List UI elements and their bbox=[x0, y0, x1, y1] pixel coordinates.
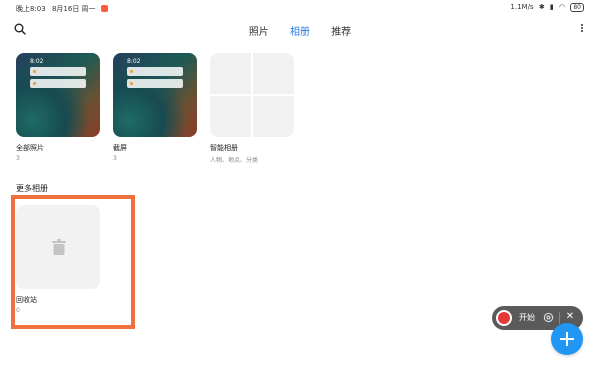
album-name: 全部照片 bbox=[16, 144, 44, 152]
album-smart[interactable]: 智能相册 人物、地点、分类 bbox=[210, 53, 294, 164]
section-title-more-albums: 更多相册 bbox=[16, 184, 48, 193]
album-count: 3 bbox=[16, 155, 20, 162]
status-right: 1.1M/s ✱ ▮ ◠ 80 bbox=[507, 3, 584, 12]
status-date: 8月16日 周一 bbox=[51, 5, 96, 13]
wifi-icon: ◠ bbox=[559, 3, 566, 11]
bluetooth-icon: ✱ bbox=[538, 3, 545, 11]
close-icon[interactable]: ✕ bbox=[564, 311, 576, 323]
thumbnail-notification bbox=[30, 79, 86, 88]
album-name: 智能相册 bbox=[210, 144, 238, 152]
status-time: 晚上8:03 bbox=[16, 5, 46, 13]
record-start-label[interactable]: 开始 bbox=[519, 312, 535, 323]
selection-highlight bbox=[11, 195, 135, 329]
album-thumbnail: 8:02 bbox=[113, 53, 197, 137]
tab-recommended[interactable]: 推荐 bbox=[331, 23, 351, 38]
album-all-photos[interactable]: 8:02 全部照片 3 bbox=[16, 53, 100, 162]
thumbnail-clock: 8:02 bbox=[127, 58, 141, 65]
signal-icon: ▮ bbox=[549, 3, 554, 11]
recording-indicator-icon bbox=[100, 5, 108, 12]
battery-icon: 80 bbox=[570, 3, 584, 12]
thumbnail-notification bbox=[30, 67, 86, 76]
album-thumbnail: 8:02 bbox=[16, 53, 100, 137]
top-bar: 照片 相册 推荐 bbox=[0, 16, 600, 42]
tab-bar: 照片 相册 推荐 bbox=[0, 23, 600, 38]
settings-icon[interactable] bbox=[543, 312, 554, 323]
divider bbox=[559, 312, 560, 324]
tab-albums[interactable]: 相册 bbox=[290, 23, 310, 38]
network-speed: 1.1M/s bbox=[510, 3, 534, 11]
record-button[interactable] bbox=[496, 310, 512, 326]
status-bar: 晚上8:03 8月16日 周一 1.1M/s ✱ ▮ ◠ 80 bbox=[0, 0, 600, 14]
album-thumbnail bbox=[210, 53, 294, 137]
more-options-icon[interactable] bbox=[580, 23, 584, 35]
thumbnail-notification bbox=[127, 79, 183, 88]
album-screenshots[interactable]: 8:02 截屏 3 bbox=[113, 53, 197, 162]
album-count: 3 bbox=[113, 155, 117, 162]
add-album-button[interactable] bbox=[551, 323, 583, 355]
status-left: 晚上8:03 8月16日 周一 bbox=[16, 4, 108, 14]
tab-photos[interactable]: 照片 bbox=[249, 23, 269, 38]
thumbnail-clock: 8:02 bbox=[30, 58, 44, 65]
album-name: 截屏 bbox=[113, 144, 127, 152]
album-count: 人物、地点、分类 bbox=[210, 157, 259, 164]
thumbnail-notification bbox=[127, 67, 183, 76]
